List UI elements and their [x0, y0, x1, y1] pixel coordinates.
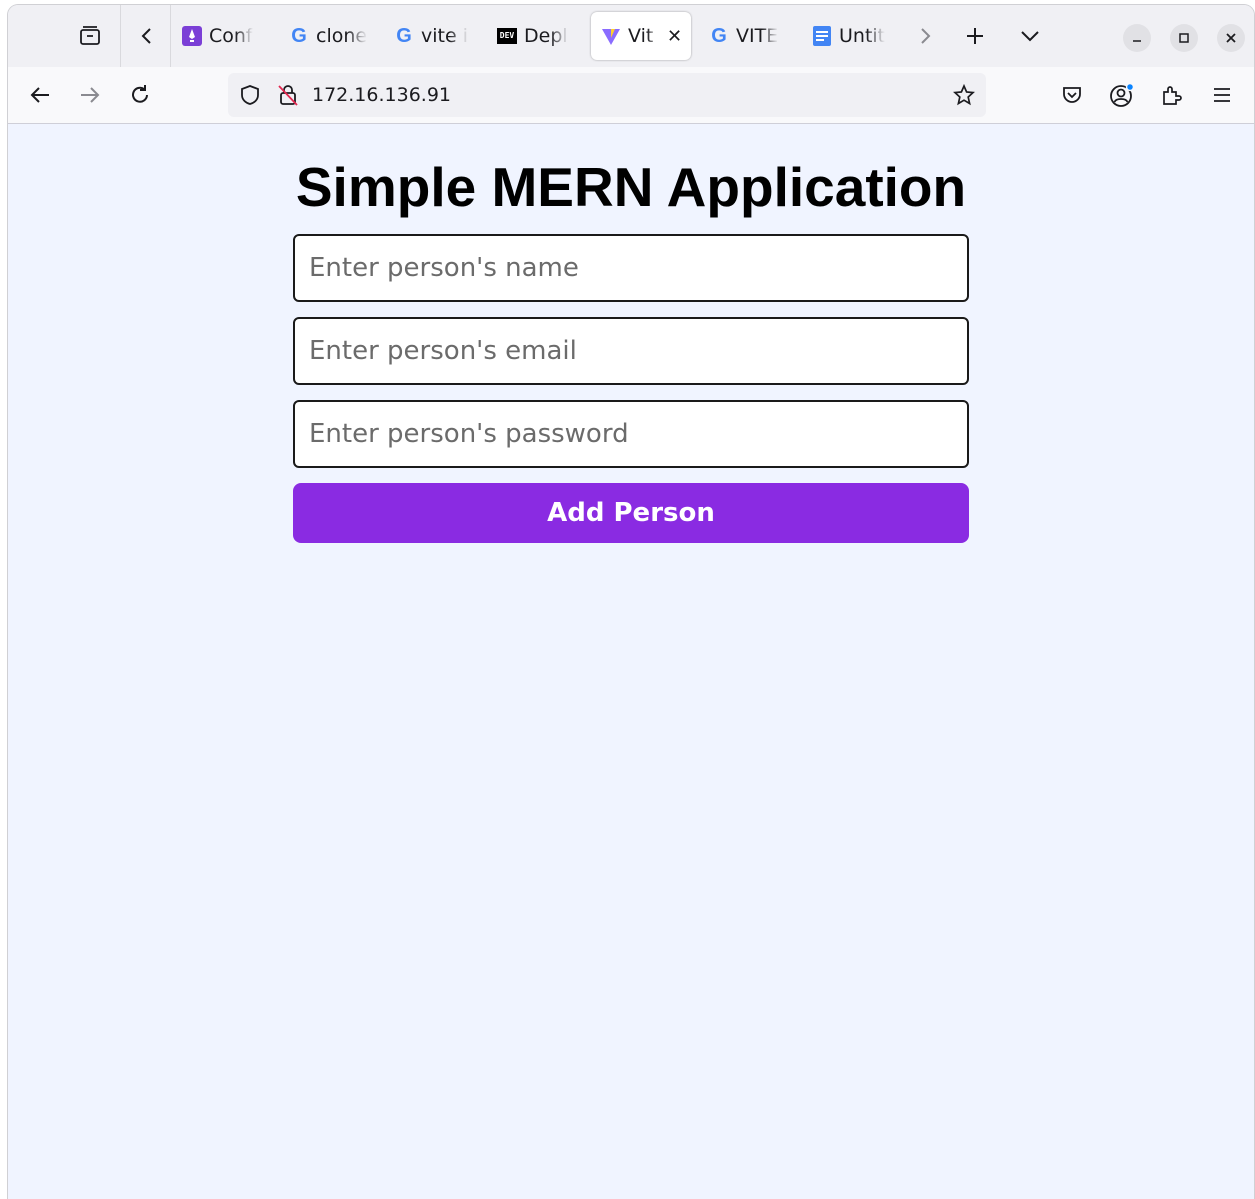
rocket-favicon-icon — [182, 26, 202, 46]
tab-scroll-right-icon[interactable] — [911, 22, 939, 50]
new-tab-icon[interactable] — [961, 22, 989, 50]
close-tab-icon[interactable]: ✕ — [667, 26, 682, 47]
browser-window: Conf G clone G vite i DEV Depl Vit ✕ G V… — [8, 5, 1254, 1199]
pocket-icon[interactable] — [1058, 81, 1086, 109]
tab-label: VITE — [736, 25, 779, 47]
dev-favicon-icon: DEV — [497, 26, 517, 46]
tab-label: vite i — [421, 25, 468, 47]
reload-icon[interactable] — [126, 81, 154, 109]
google-favicon-icon: G — [711, 25, 727, 47]
firefox-view-icon[interactable] — [76, 22, 104, 50]
hamburger-menu-icon[interactable] — [1208, 81, 1236, 109]
tab-vite-search[interactable]: G vite i — [394, 12, 469, 60]
url-text[interactable]: 172.16.136.91 — [312, 84, 451, 106]
google-favicon-icon: G — [396, 25, 412, 47]
tab-scroll-left-icon[interactable] — [133, 22, 161, 50]
close-window-icon[interactable] — [1217, 24, 1245, 52]
insecure-connection-lock-icon[interactable] — [274, 81, 302, 109]
navigation-toolbar: 172.16.136.91 — [8, 67, 1254, 124]
extensions-puzzle-icon[interactable] — [1158, 81, 1186, 109]
mern-app-form: Simple MERN Application Add Person — [293, 154, 969, 543]
name-field-wrapper — [293, 234, 969, 302]
tab-clone[interactable]: G clone — [289, 12, 369, 60]
email-field-wrapper — [293, 317, 969, 385]
tab-label: Depl — [524, 25, 568, 47]
google-favicon-icon: G — [291, 25, 307, 47]
page-title: Simple MERN Application — [295, 156, 967, 218]
tab-label: Vit — [628, 25, 654, 47]
account-icon[interactable] — [1108, 81, 1136, 109]
tab-label: clone — [316, 25, 368, 47]
docs-favicon-icon — [812, 26, 832, 46]
minimize-window-icon[interactable] — [1123, 24, 1151, 52]
address-bar[interactable]: 172.16.136.91 — [228, 73, 986, 117]
tab-vite-google[interactable]: G VITE — [709, 12, 789, 60]
email-input[interactable] — [295, 319, 967, 383]
tab-label: Untit — [839, 25, 886, 47]
password-field-wrapper — [293, 400, 969, 468]
password-input[interactable] — [295, 402, 967, 466]
tab-untitled[interactable]: Untit — [812, 12, 892, 60]
tracking-protection-shield-icon[interactable] — [236, 81, 264, 109]
back-arrow-icon[interactable] — [26, 81, 54, 109]
tab-conf[interactable]: Conf — [182, 12, 260, 60]
maximize-window-icon[interactable] — [1170, 24, 1198, 52]
name-input[interactable] — [295, 236, 967, 300]
tab-deploy[interactable]: DEV Depl — [497, 12, 577, 60]
add-person-button[interactable]: Add Person — [293, 483, 969, 543]
tab-vite-active[interactable]: Vit ✕ — [591, 12, 691, 60]
bookmark-star-icon[interactable] — [950, 81, 978, 109]
vite-favicon-icon — [601, 26, 621, 46]
list-all-tabs-icon[interactable] — [1016, 22, 1044, 50]
page-content: Simple MERN Application Add Person — [8, 124, 1254, 1199]
tab-bar: Conf G clone G vite i DEV Depl Vit ✕ G V… — [8, 5, 1254, 67]
forward-arrow-icon[interactable] — [76, 81, 104, 109]
tab-label: Conf — [209, 25, 253, 47]
